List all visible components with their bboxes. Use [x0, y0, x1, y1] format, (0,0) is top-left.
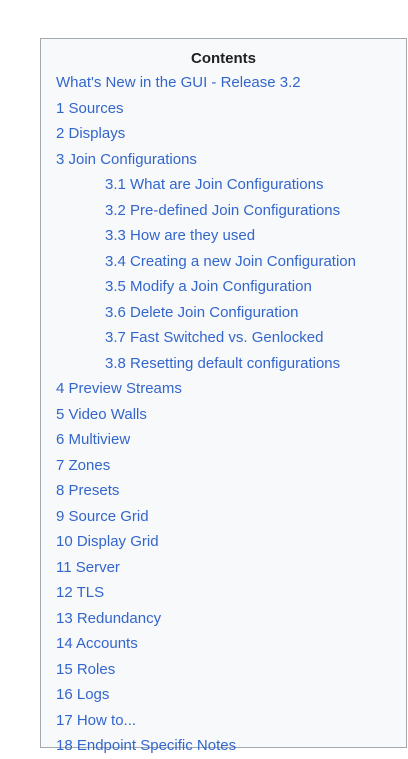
toc-item: 11 Server — [56, 555, 406, 581]
toc-link-displays[interactable]: 2 Displays — [56, 125, 125, 142]
toc-subitem: 3.2 Pre-defined Join Configurations — [56, 198, 406, 224]
toc-link-join-configurations[interactable]: 3 Join Configurations — [56, 151, 197, 168]
toc-item: 17 How to... — [56, 708, 406, 734]
toc-link-predefined-join-configurations[interactable]: 3.2 Pre-defined Join Configurations — [105, 202, 340, 219]
table-of-contents: Contents What's New in the GUI - Release… — [40, 38, 407, 754]
toc-link-endpoint-specific-notes[interactable]: 18 Endpoint Specific Notes — [56, 737, 236, 754]
toc-link-fast-switched-vs-genlocked[interactable]: 3.7 Fast Switched vs. Genlocked — [105, 329, 323, 346]
toc-link-how-are-they-used[interactable]: 3.3 How are they used — [105, 227, 255, 244]
toc-item: 1 Sources — [56, 96, 406, 122]
toc-link-tls[interactable]: 12 TLS — [56, 584, 104, 601]
toc-subitem: 3.7 Fast Switched vs. Genlocked — [56, 325, 406, 351]
toc-item: What's New in the GUI - Release 3.2 — [56, 70, 406, 96]
toc-link-resetting-default-configurations[interactable]: 3.8 Resetting default configurations — [105, 355, 340, 372]
toc-link-presets[interactable]: 8 Presets — [56, 482, 119, 499]
toc-link-sources[interactable]: 1 Sources — [56, 100, 124, 117]
toc-link-redundancy[interactable]: 13 Redundancy — [56, 610, 161, 627]
toc-link-display-grid[interactable]: 10 Display Grid — [56, 533, 159, 550]
toc-subitem: 3.1 What are Join Configurations — [56, 172, 406, 198]
toc-link-server[interactable]: 11 Server — [56, 559, 120, 576]
toc-item: 2 Displays — [56, 121, 406, 147]
toc-item: 12 TLS — [56, 580, 406, 606]
toc-item: 6 Multiview — [56, 427, 406, 453]
toc-subitem: 3.4 Creating a new Join Configuration — [56, 249, 406, 275]
toc-item: 7 Zones — [56, 453, 406, 479]
toc-item: 14 Accounts — [56, 631, 406, 657]
toc-item: 18 Endpoint Specific Notes — [56, 733, 406, 759]
toc-item: 9 Source Grid — [56, 504, 406, 530]
toc-item: 10 Display Grid — [56, 529, 406, 555]
toc-link-accounts[interactable]: 14 Accounts — [56, 635, 138, 652]
toc-subitem: 3.8 Resetting default configurations — [56, 351, 406, 377]
toc-list: What's New in the GUI - Release 3.2 1 So… — [56, 70, 406, 759]
toc-link-zones[interactable]: 7 Zones — [56, 457, 110, 474]
toc-link-source-grid[interactable]: 9 Source Grid — [56, 508, 149, 525]
toc-link-logs[interactable]: 16 Logs — [56, 686, 109, 703]
toc-link-how-to[interactable]: 17 How to... — [56, 712, 136, 729]
toc-subitem: 3.6 Delete Join Configuration — [56, 300, 406, 326]
toc-link-video-walls[interactable]: 5 Video Walls — [56, 406, 147, 423]
toc-link-preview-streams[interactable]: 4 Preview Streams — [56, 380, 182, 397]
toc-subitem: 3.3 How are they used — [56, 223, 406, 249]
toc-subitem: 3.5 Modify a Join Configuration — [56, 274, 406, 300]
toc-item: 5 Video Walls — [56, 402, 406, 428]
toc-link-delete-join-configuration[interactable]: 3.6 Delete Join Configuration — [105, 304, 298, 321]
toc-link-roles[interactable]: 15 Roles — [56, 661, 115, 678]
toc-item: 8 Presets — [56, 478, 406, 504]
toc-item: 4 Preview Streams — [56, 376, 406, 402]
toc-link-whats-new[interactable]: What's New in the GUI - Release 3.2 — [56, 74, 301, 91]
toc-item: 13 Redundancy — [56, 606, 406, 632]
toc-item: 15 Roles — [56, 657, 406, 683]
toc-link-multiview[interactable]: 6 Multiview — [56, 431, 130, 448]
toc-title: Contents — [191, 50, 256, 67]
toc-link-modify-join-configuration[interactable]: 3.5 Modify a Join Configuration — [105, 278, 312, 295]
toc-item: 16 Logs — [56, 682, 406, 708]
toc-link-creating-join-configuration[interactable]: 3.4 Creating a new Join Configuration — [105, 253, 356, 270]
toc-item: 3 Join Configurations — [56, 147, 406, 173]
toc-link-what-are-join-configurations[interactable]: 3.1 What are Join Configurations — [105, 176, 323, 193]
